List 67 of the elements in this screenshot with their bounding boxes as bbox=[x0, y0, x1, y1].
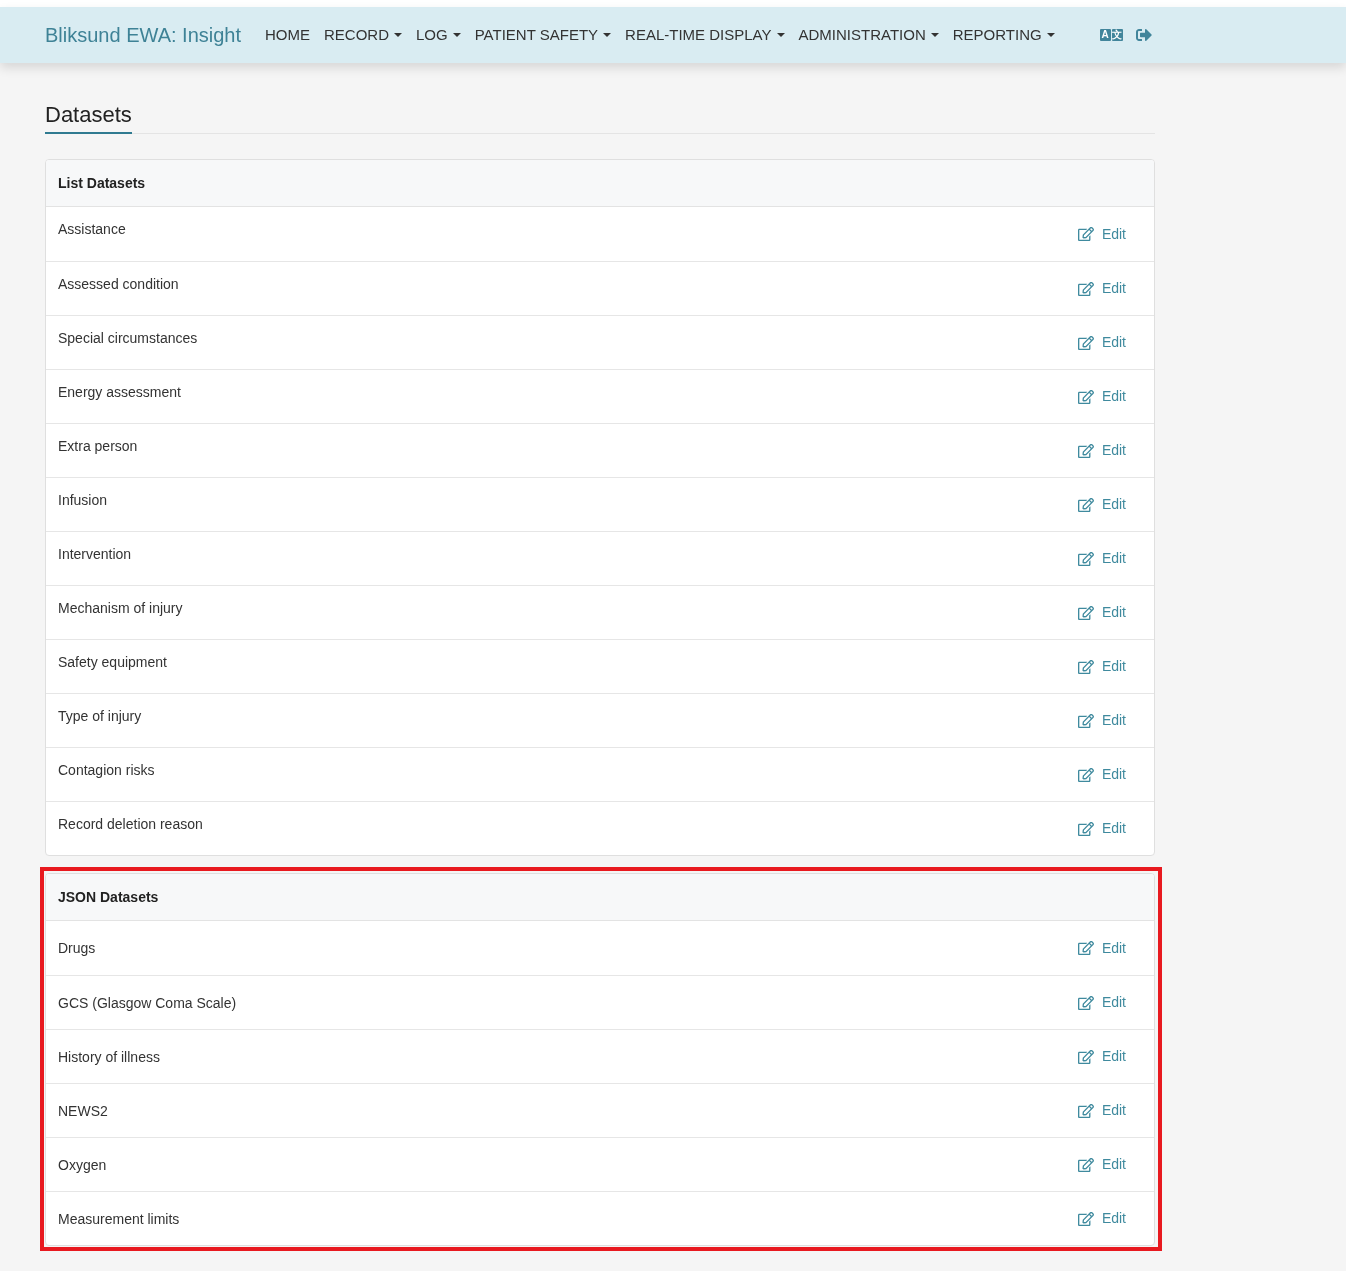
edit-link[interactable]: Edit bbox=[1077, 1208, 1126, 1229]
nav-menu-item[interactable]: ADMINISTRATION bbox=[791, 23, 946, 47]
edit-link[interactable]: Edit bbox=[1077, 1154, 1126, 1175]
dataset-name: Infusion bbox=[58, 491, 108, 510]
dataset-name: Type of injury bbox=[58, 707, 142, 726]
edit-link[interactable]: Edit bbox=[1077, 386, 1126, 407]
edit-link[interactable]: Edit bbox=[1077, 332, 1126, 353]
dataset-name: Measurement limits bbox=[58, 1209, 180, 1229]
brand-link[interactable]: Bliksund EWA: Insight bbox=[45, 20, 241, 50]
nav-menu-item[interactable]: HOME bbox=[258, 23, 317, 47]
edit-link[interactable]: Edit bbox=[1077, 937, 1126, 959]
edit-link[interactable]: Edit bbox=[1077, 494, 1126, 515]
dataset-name: Contagion risks bbox=[58, 761, 155, 780]
dataset-name: Oxygen bbox=[58, 1155, 107, 1175]
dataset-name: Assessed condition bbox=[58, 275, 179, 294]
sign-out-icon bbox=[1135, 27, 1152, 43]
edit-icon bbox=[1077, 496, 1094, 513]
nav-menu-item[interactable]: REAL-TIME DISPLAY bbox=[618, 23, 792, 47]
dataset-name: NEWS2 bbox=[58, 1101, 108, 1121]
dataset-name: Extra person bbox=[58, 437, 138, 456]
edit-icon bbox=[1077, 994, 1094, 1011]
edit-icon bbox=[1077, 1156, 1094, 1173]
panel-title: List Datasets bbox=[58, 173, 146, 193]
edit-icon bbox=[1077, 1048, 1094, 1065]
edit-link[interactable]: Edit bbox=[1077, 548, 1126, 569]
edit-icon bbox=[1077, 1210, 1094, 1227]
edit-link[interactable]: Edit bbox=[1077, 992, 1126, 1013]
edit-icon bbox=[1077, 1102, 1094, 1119]
dataset-name: Mechanism of injury bbox=[58, 599, 183, 618]
page-title: Datasets bbox=[45, 100, 132, 134]
edit-link[interactable]: Edit bbox=[1077, 602, 1126, 623]
edit-icon bbox=[1077, 766, 1094, 783]
logout-button[interactable] bbox=[1135, 27, 1152, 43]
edit-icon bbox=[1077, 226, 1094, 242]
dataset-name: Energy assessment bbox=[58, 383, 181, 402]
edit-link[interactable]: Edit bbox=[1077, 223, 1126, 245]
edit-link[interactable]: Edit bbox=[1077, 764, 1126, 785]
edit-link[interactable]: Edit bbox=[1077, 1100, 1126, 1121]
edit-link[interactable]: Edit bbox=[1077, 656, 1126, 677]
edit-icon bbox=[1077, 604, 1094, 621]
edit-icon bbox=[1077, 334, 1094, 351]
edit-icon bbox=[1077, 712, 1094, 729]
edit-icon bbox=[1077, 940, 1094, 956]
edit-link[interactable]: Edit bbox=[1077, 1046, 1126, 1067]
edit-icon bbox=[1077, 658, 1094, 675]
edit-icon bbox=[1077, 388, 1094, 405]
edit-link[interactable]: Edit bbox=[1077, 440, 1126, 461]
nav-menu-item[interactable]: REPORTING bbox=[945, 23, 1062, 47]
nav-menu-item[interactable]: RECORD bbox=[317, 23, 410, 47]
edit-icon bbox=[1077, 280, 1094, 297]
dataset-name: Special circumstances bbox=[58, 329, 198, 348]
dataset-name: Safety equipment bbox=[58, 653, 167, 672]
edit-icon bbox=[1077, 550, 1094, 567]
dataset-name: GCS (Glasgow Coma Scale) bbox=[58, 993, 237, 1013]
dataset-name: Assistance bbox=[58, 220, 126, 239]
edit-icon bbox=[1077, 442, 1094, 459]
edit-link[interactable]: Edit bbox=[1077, 818, 1126, 839]
dataset-name: History of illness bbox=[58, 1047, 160, 1067]
edit-icon bbox=[1077, 820, 1094, 837]
dataset-name: Record deletion reason bbox=[58, 815, 203, 834]
edit-link[interactable]: Edit bbox=[1077, 710, 1126, 731]
edit-link[interactable]: Edit bbox=[1077, 278, 1126, 299]
nav-menu-item[interactable]: LOG bbox=[409, 23, 468, 47]
dataset-name: Intervention bbox=[58, 545, 132, 564]
dataset-name: Drugs bbox=[58, 939, 96, 958]
panel-title: JSON Datasets bbox=[58, 887, 159, 907]
nav-menu-item[interactable]: PATIENT SAFETY bbox=[467, 23, 619, 47]
